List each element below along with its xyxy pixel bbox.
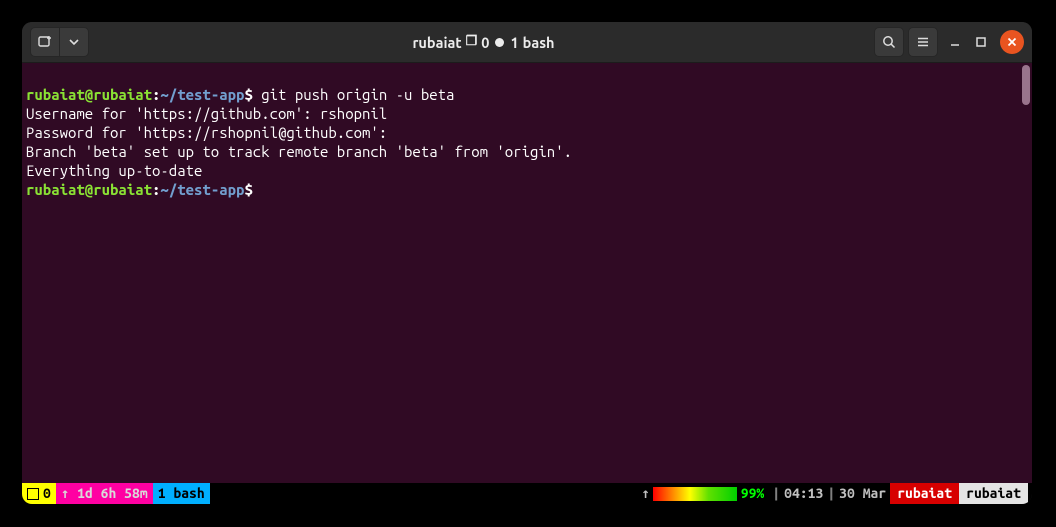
prompt-path: ~/test-app [160, 86, 244, 103]
chevron-down-icon [69, 37, 79, 47]
prompt-userhost: rubaiat@rubaiat [26, 86, 152, 103]
status-uptime: ↑ 1d 6h 58m [56, 483, 153, 504]
maximize-button[interactable] [974, 35, 988, 49]
title-square-count: 0 [481, 34, 489, 51]
status-window[interactable]: 1 bash [153, 483, 210, 504]
terminal-window: rubaiat ❐ 0 1 bash [22, 22, 1032, 504]
minimize-button[interactable] [948, 35, 962, 49]
status-bar: 0 ↑ 1d 6h 58m 1 bash ↑ 99% | 04:13 | 30 … [22, 483, 1032, 504]
title-dot-count: 1 [510, 34, 518, 51]
new-tab-button[interactable] [30, 27, 60, 57]
status-session[interactable]: 0 [22, 483, 56, 504]
maximize-icon [974, 35, 988, 49]
minimize-icon [948, 35, 962, 49]
status-battery: 99% [737, 483, 769, 504]
title-dot-icon [495, 38, 504, 47]
status-sep-2: | [823, 483, 839, 504]
title-process: bash [523, 34, 555, 51]
titlebar: rubaiat ❐ 0 1 bash [22, 22, 1032, 63]
output-line-4: Everything up-to-date [26, 162, 202, 179]
command-1: git push origin -u beta [253, 86, 455, 103]
title-user: rubaiat [412, 34, 461, 51]
prompt-path-2: ~/test-app [160, 181, 244, 198]
status-gradient [653, 487, 737, 501]
status-net-icon: ↑ [638, 483, 652, 504]
status-session-number: 0 [43, 483, 51, 504]
prompt-userhost-2: rubaiat@rubaiat [26, 181, 152, 198]
search-button[interactable] [874, 27, 904, 57]
close-button[interactable] [1000, 30, 1024, 54]
hamburger-icon [915, 34, 931, 50]
prompt-sigil-2: $ [244, 181, 252, 198]
status-date: 30 Mar [839, 483, 886, 504]
output-line-3: Branch 'beta' set up to track remote bra… [26, 143, 572, 160]
scrollbar-thumb[interactable] [1022, 65, 1030, 105]
prompt-sigil: $ [244, 86, 252, 103]
status-host: rubaiat [890, 483, 959, 504]
new-tab-menu-button[interactable] [59, 27, 89, 57]
menu-button[interactable] [908, 27, 938, 57]
title-square-icon: ❐ [466, 34, 478, 49]
square-icon [27, 488, 39, 500]
new-tab-icon [37, 34, 53, 50]
output-line-2: Password for 'https://rshopnil@github.co… [26, 124, 387, 141]
output-line-1: Username for 'https://github.com': rshop… [26, 105, 387, 122]
close-icon [1006, 36, 1018, 48]
terminal-viewport[interactable]: rubaiat@rubaiat:~/test-app$ git push ori… [22, 63, 1032, 483]
search-icon [881, 34, 897, 50]
status-user: rubaiat [959, 483, 1028, 504]
terminal-output: rubaiat@rubaiat:~/test-app$ git push ori… [22, 63, 1032, 199]
status-sep-1: | [768, 483, 784, 504]
status-time: 04:13 [784, 483, 823, 504]
window-title: rubaiat ❐ 0 1 bash [93, 34, 874, 51]
